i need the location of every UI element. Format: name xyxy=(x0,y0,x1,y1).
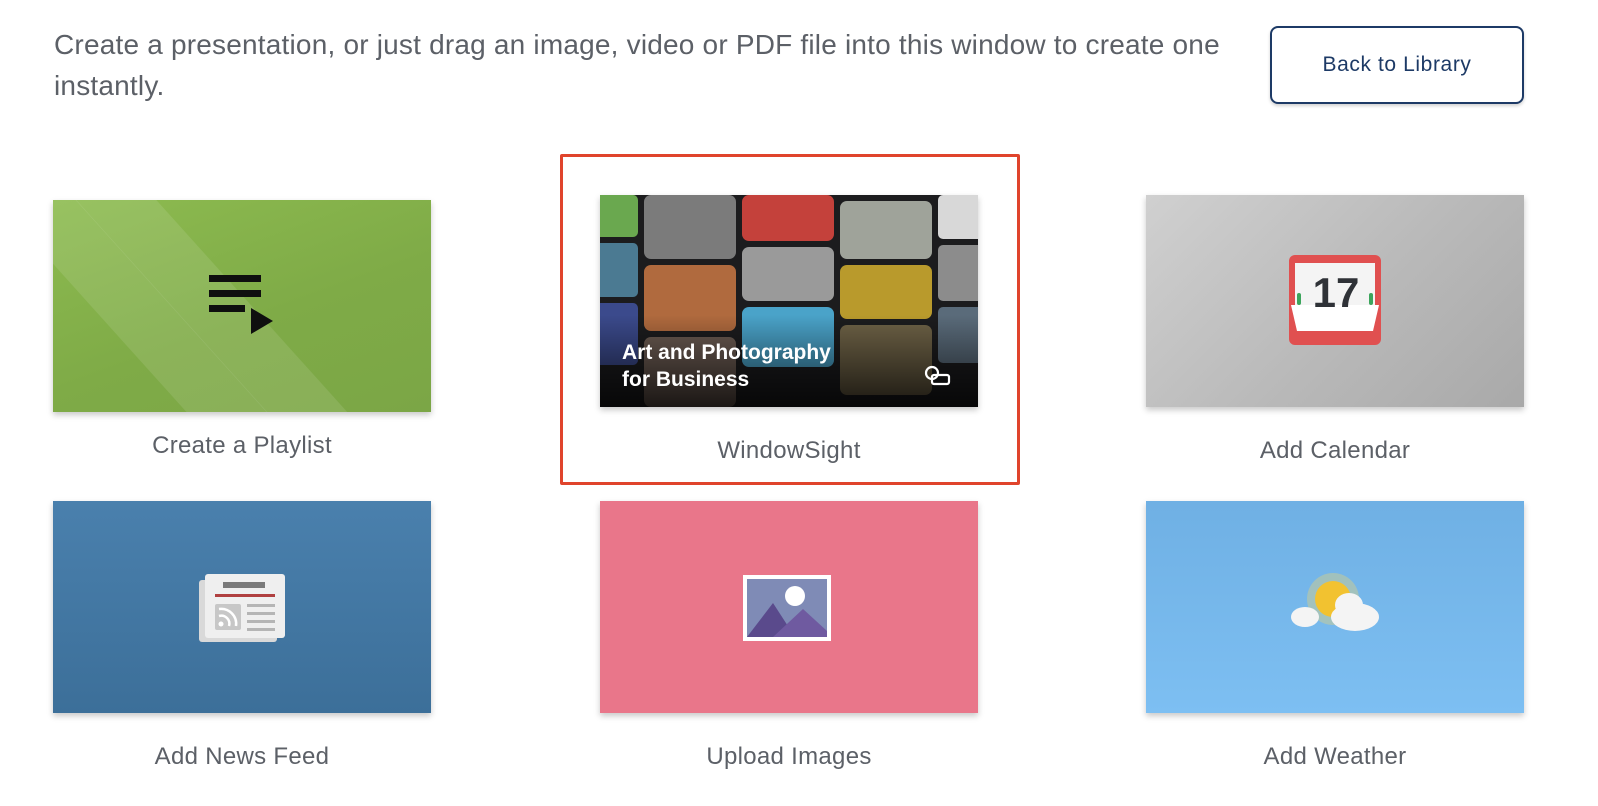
weather-thumbnail xyxy=(1146,501,1524,713)
playlist-thumbnail xyxy=(53,200,431,412)
thumbnail-title-line: Art and Photography xyxy=(622,341,831,364)
news-feed-icon xyxy=(199,574,285,642)
tile-label: Add Weather xyxy=(1263,743,1407,770)
calendar-thumbnail: 17 xyxy=(1146,195,1524,407)
windowsight-thumbnail-title: Art and Photography for Business xyxy=(622,339,831,393)
windowsight-thumbnail: Art and Photography for Business xyxy=(600,195,978,407)
upload-images-thumbnail xyxy=(600,501,978,713)
news-feed-thumbnail xyxy=(53,501,431,713)
tile-label: WindowSight xyxy=(717,437,861,464)
intro-text: Create a presentation, or just drag an i… xyxy=(54,29,1220,101)
tile-label: Upload Images xyxy=(706,743,872,770)
back-to-library-button[interactable]: Back to Library xyxy=(1270,26,1524,104)
tile-label: Add News Feed xyxy=(154,743,330,770)
tile-label: Create a Playlist xyxy=(152,432,332,459)
calendar-day-number: 17 xyxy=(1312,269,1360,316)
image-icon xyxy=(743,575,831,641)
playlist-icon xyxy=(209,275,273,334)
weather-icon xyxy=(1291,573,1379,631)
tile-label: Add Calendar xyxy=(1259,437,1411,464)
windowsight-app-icon xyxy=(924,365,951,386)
thumbnail-title-line: for Business xyxy=(622,368,750,391)
